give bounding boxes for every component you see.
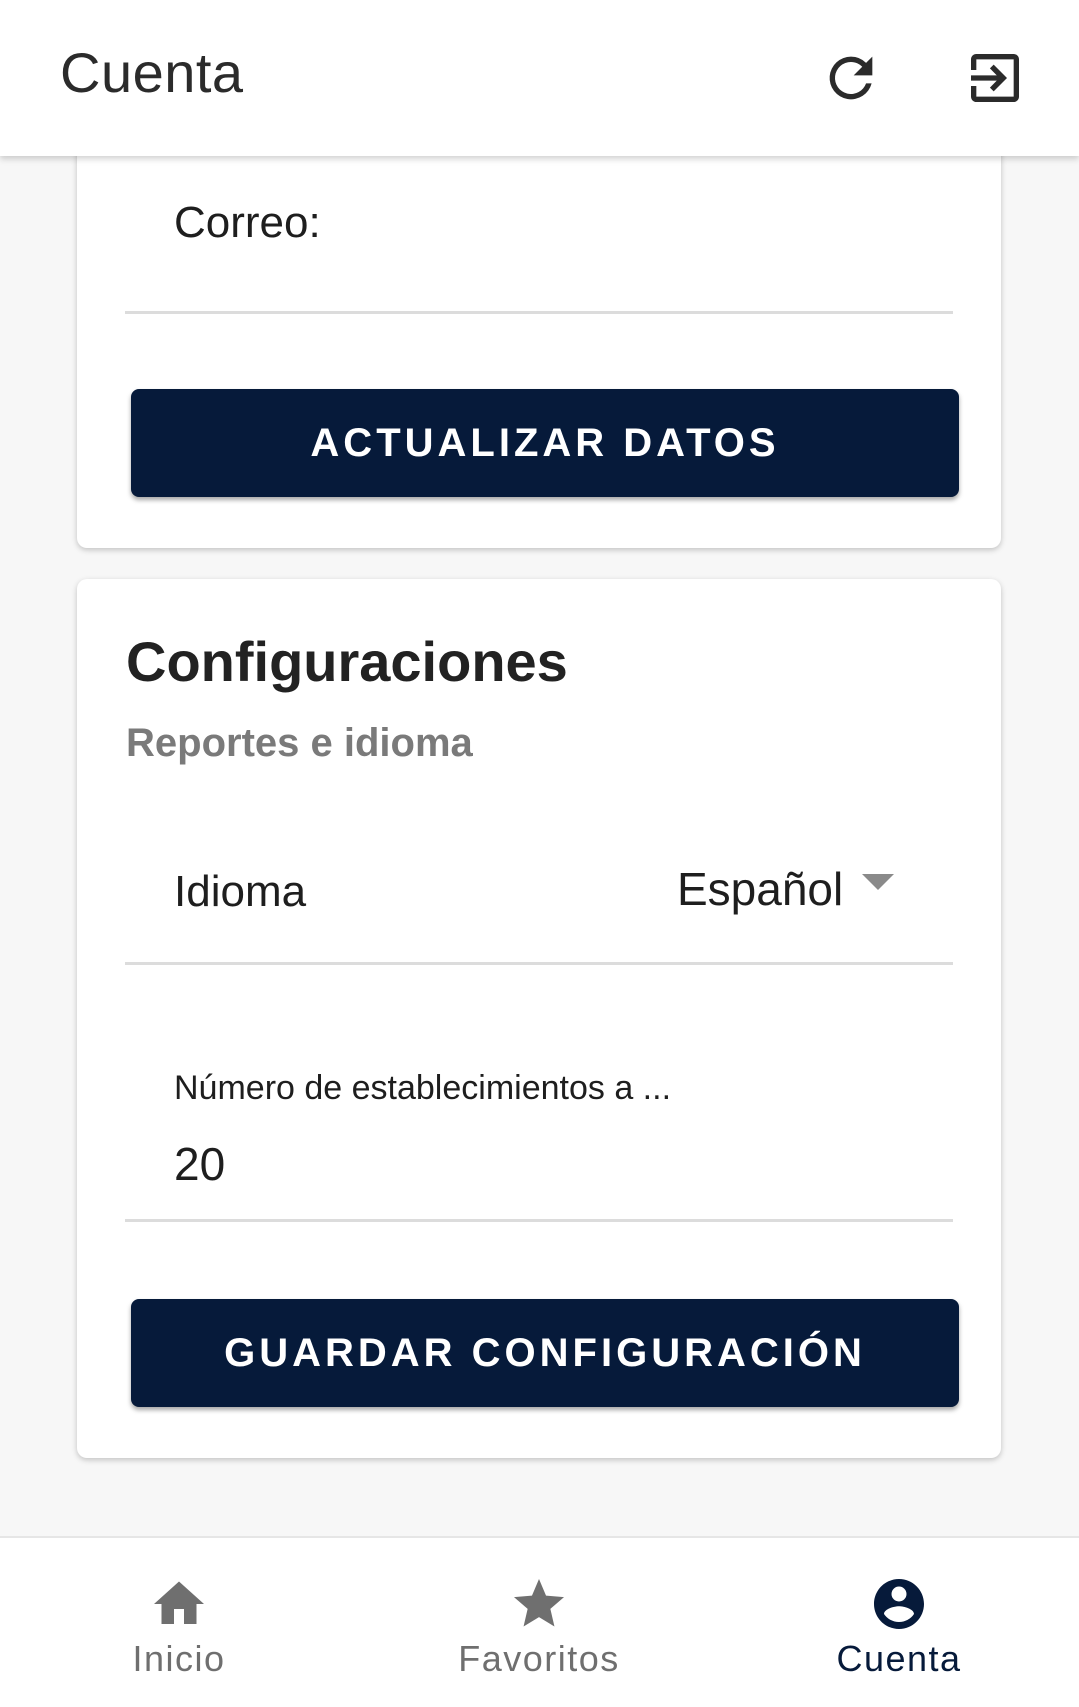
language-underline xyxy=(125,962,953,965)
language-select-value: Español xyxy=(677,863,844,915)
establishments-underline xyxy=(125,1219,953,1222)
update-data-button[interactable]: ACTUALIZAR DATOS xyxy=(131,389,959,497)
app-bar: Cuenta xyxy=(0,0,1079,156)
refresh-icon xyxy=(829,56,873,100)
bottom-navigation: Inicio Favoritos Cuenta xyxy=(0,1536,1079,1707)
refresh-button[interactable] xyxy=(809,36,893,120)
logout-button[interactable] xyxy=(953,36,1037,120)
nav-label-inicio: Inicio xyxy=(132,1638,226,1679)
save-settings-button[interactable]: GUARDAR CONFIGURACIÓN xyxy=(131,1299,959,1407)
home-icon xyxy=(154,1581,204,1624)
nav-item-cuenta[interactable]: Cuenta xyxy=(749,1574,1049,1694)
nav-item-inicio[interactable]: Inicio xyxy=(29,1574,329,1694)
establishments-input[interactable]: 20 xyxy=(174,1137,225,1191)
page-title: Cuenta xyxy=(60,41,244,104)
establishments-field-label: Número de establecimientos a ... xyxy=(174,1069,672,1107)
star-icon xyxy=(514,1579,564,1627)
profile-card: Correo: ACTUALIZAR DATOS xyxy=(77,120,1001,548)
nav-item-favoritos[interactable]: Favoritos xyxy=(389,1574,689,1694)
account-screen: Cuenta Correo: ACTUALIZAR DATOS Configur… xyxy=(0,0,1079,1707)
settings-card: Configuraciones Reportes e idioma Idioma… xyxy=(77,579,1001,1458)
settings-subtitle: Reportes e idioma xyxy=(126,721,473,765)
email-field-underline xyxy=(125,311,953,314)
nav-label-cuenta: Cuenta xyxy=(836,1638,962,1679)
account-circle-icon xyxy=(874,1579,924,1629)
email-field[interactable] xyxy=(125,180,953,290)
settings-title: Configuraciones xyxy=(126,630,568,693)
nav-label-favoritos: Favoritos xyxy=(458,1638,620,1679)
logout-icon xyxy=(971,54,1019,102)
dropdown-arrow-icon xyxy=(862,874,894,890)
